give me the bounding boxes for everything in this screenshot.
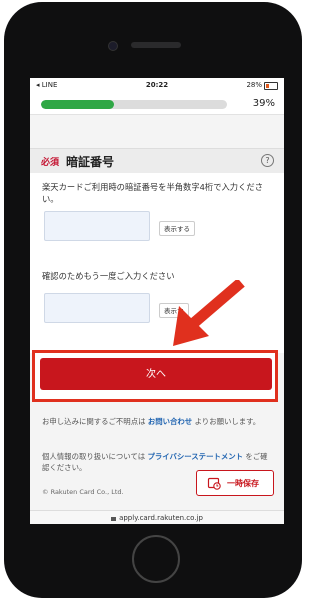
pin-confirm-input[interactable] xyxy=(44,293,150,323)
required-badge: 必須 xyxy=(41,158,60,168)
inquiry-note: お申し込みに関するご不明点は お問い合わせ よりお願いします。 xyxy=(42,416,274,427)
save-icon xyxy=(207,477,221,490)
pin-input[interactable] xyxy=(44,211,150,241)
privacy-prefix: 個人情報の取り扱いについては xyxy=(42,452,146,461)
lock-icon xyxy=(111,517,117,521)
progress-bar xyxy=(41,100,227,109)
progress-fill xyxy=(41,100,114,109)
confirm-label: 確認のためもう一度ご入力ください xyxy=(42,271,175,281)
inquiry-prefix: お申し込みに関するご不明点は xyxy=(42,417,146,426)
temporary-save-button[interactable]: 一時保存 xyxy=(196,470,274,496)
inquiry-link[interactable]: お問い合わせ xyxy=(148,417,192,426)
progress-section: 39% xyxy=(30,92,284,115)
section-title: 暗証番号 xyxy=(66,155,115,169)
pin-description: 楽天カードご利用時の暗証番号を半角数字4桁で入力ください。 xyxy=(42,182,263,204)
home-button[interactable] xyxy=(132,535,180,583)
phone-screen: ◂ LINE 20:22 28% 39% 必須 暗証番号 ? 楽天カードご利用時… xyxy=(30,78,284,524)
inquiry-suffix: よりお願いします。 xyxy=(194,417,261,426)
earpiece-speaker xyxy=(131,42,181,48)
help-icon[interactable]: ? xyxy=(261,154,274,167)
annotation-arrow-icon xyxy=(173,280,245,346)
front-camera xyxy=(108,41,118,51)
footer: お申し込みに関するご不明点は お問い合わせ よりお願いします。 個人情報の取り扱… xyxy=(30,404,284,512)
pin-form: 楽天カードご利用時の暗証番号を半角数字4桁で入力ください。 表示する 確認のため… xyxy=(30,173,284,353)
privacy-link[interactable]: プライバシーステートメント xyxy=(147,452,243,461)
save-label: 一時保存 xyxy=(227,479,259,488)
show-pin-button[interactable]: 表示する xyxy=(159,221,195,236)
pin-section-header: 必須 暗証番号 ? xyxy=(30,148,284,174)
battery-icon xyxy=(264,82,278,90)
next-button[interactable]: 次へ xyxy=(40,358,272,390)
url-bar: apply.card.rakuten.co.jp xyxy=(30,510,284,524)
phone-frame: ◂ LINE 20:22 28% 39% 必須 暗証番号 ? 楽天カードご利用時… xyxy=(4,2,302,598)
battery-percent: 28% xyxy=(246,81,262,89)
status-bar: ◂ LINE 20:22 28% xyxy=(30,78,284,92)
progress-percent: 39% xyxy=(252,98,275,109)
copyright: © Rakuten Card Co., Ltd. xyxy=(42,488,124,496)
url-text: apply.card.rakuten.co.jp xyxy=(119,514,203,522)
